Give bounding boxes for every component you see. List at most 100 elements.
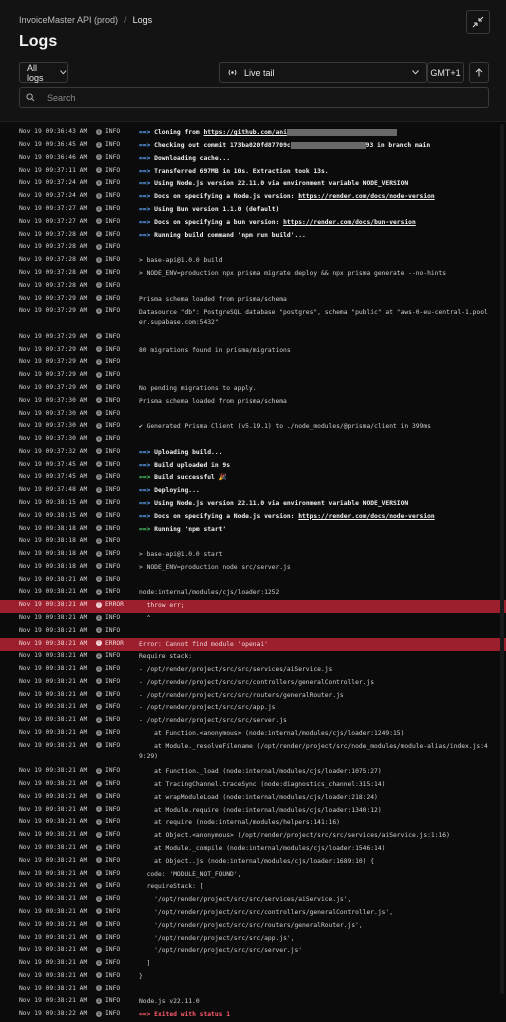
log-row[interactable]: Nov 19 09:38:18 AM i INFO: [0, 536, 506, 549]
log-row-error[interactable]: Nov 19 09:38:21 AM! ERROR throw err;: [0, 599, 506, 613]
log-row[interactable]: Nov 19 09:38:21 AM i INFO at wrapModuleLoa…: [0, 792, 506, 805]
log-row[interactable]: Nov 19 09:36:43 AM i INFO ==> Cloning from …: [0, 127, 506, 140]
status-arrow-icon: ==>: [139, 461, 155, 469]
log-row[interactable]: Nov 19 09:38:21 AM i INFO}: [0, 970, 506, 983]
log-row[interactable]: Nov 19 09:37:29 AM i INFO: [0, 357, 506, 370]
log-row[interactable]: Nov 19 09:38:21 AM i INFO at Module.requir…: [0, 804, 506, 817]
log-row[interactable]: Nov 19 09:37:24 AM i INFO ==> Using Node.js…: [0, 178, 506, 191]
breadcrumb-service-link[interactable]: InvoiceMaster API (prod): [19, 15, 118, 25]
log-row[interactable]: Nov 19 09:38:21 AM i INFO at TracingChanne…: [0, 779, 506, 792]
log-row[interactable]: Nov 19 09:38:21 AM i INFO '/opt/render/pro…: [0, 932, 506, 945]
log-link[interactable]: https://render.com/docs/bun-version: [283, 219, 416, 226]
log-row[interactable]: Nov 19 09:37:11 AM i INFO ==> Transferred 6…: [0, 165, 506, 178]
log-row[interactable]: Nov 19 09:37:30 AM i INFO: [0, 434, 506, 447]
info-icon: i: [96, 384, 102, 391]
log-row[interactable]: Nov 19 09:37:28 AM i INFO > base-api@1.0.0 …: [0, 255, 506, 268]
log-message: ]: [139, 959, 490, 969]
log-filter-dropdown[interactable]: All logs: [19, 62, 68, 83]
timezone-button[interactable]: GMT+1: [427, 62, 464, 83]
live-tail-dropdown[interactable]: Live tail: [219, 62, 427, 83]
collapse-button[interactable]: [466, 10, 490, 34]
log-row[interactable]: Nov 19 09:38:21 AM i INFO at Function.<ano…: [0, 728, 506, 741]
log-level-label: INFO: [105, 537, 121, 545]
log-row[interactable]: Nov 19 09:38:21 AM i INFO: [0, 625, 506, 638]
log-link[interactable]: https://github.com/ani: [203, 129, 286, 136]
log-row[interactable]: Nov 19 09:37:29 AM i INFO 80 migrations fou…: [0, 344, 506, 357]
log-row[interactable]: Nov 19 09:38:21 AM i INFO at Module._compi…: [0, 843, 506, 856]
log-row[interactable]: Nov 19 09:38:21 AM i INFO Node.js v22.11.0: [0, 996, 506, 1009]
log-row[interactable]: Nov 19 09:38:21 AM i INFO: [0, 574, 506, 587]
scroll-top-button[interactable]: [469, 62, 489, 83]
log-row[interactable]: Nov 19 09:37:29 AM i INFO Datasource "db": …: [0, 306, 506, 332]
log-row[interactable]: Nov 19 09:38:21 AM i INFO - /opt/render/pro…: [0, 702, 506, 715]
log-row[interactable]: Nov 19 09:38:18 AM i INFO > NODE_ENV=produc…: [0, 562, 506, 575]
log-row[interactable]: Nov 19 09:38:21 AM i INFO ]: [0, 958, 506, 971]
log-row[interactable]: Nov 19 09:38:15 AM i INFO ==> Using Node.js…: [0, 498, 506, 511]
log-level: i INFO: [96, 678, 120, 685]
log-message: at Module._resolveFilename (/opt/render/…: [139, 742, 490, 762]
log-message-text: - /opt/render/project/src/src/server.js: [139, 717, 287, 725]
log-row[interactable]: Nov 19 09:38:21 AM i INFO '/opt/render/pro…: [0, 894, 506, 907]
log-level: i INFO: [96, 205, 120, 212]
log-row[interactable]: Nov 19 09:36:46 AM i INFO ==> Downloading c…: [0, 153, 506, 166]
log-row[interactable]: Nov 19 09:38:21 AM i INFO Require stack:: [0, 651, 506, 664]
log-row[interactable]: Nov 19 09:37:28 AM i INFO ==> Running build…: [0, 229, 506, 242]
log-level-label: INFO: [105, 179, 121, 187]
log-message-text: Downloading cache...: [154, 154, 230, 162]
log-row[interactable]: Nov 19 09:37:28 AM i INFO: [0, 242, 506, 255]
log-row[interactable]: Nov 19 09:38:21 AM i INFO - /opt/render/pro…: [0, 689, 506, 702]
log-link[interactable]: https://render.com/docs/node-version: [298, 193, 434, 200]
info-icon: i: [96, 243, 102, 250]
log-message: ==> Uploading build...: [139, 448, 490, 458]
log-row[interactable]: Nov 19 09:38:21 AM i INFO - /opt/render/pro…: [0, 677, 506, 690]
log-row[interactable]: Nov 19 09:37:30 AM i INFO ✔ Generated Prism…: [0, 421, 506, 434]
log-row[interactable]: Nov 19 09:37:32 AM i INFO ==> Uploading bui…: [0, 447, 506, 460]
log-row[interactable]: Nov 19 09:38:21 AM i INFO node:internal/mod…: [0, 587, 506, 600]
log-row[interactable]: Nov 19 09:38:21 AM i INFO at Object.<anony…: [0, 830, 506, 843]
log-row[interactable]: Nov 19 09:37:29 AM i INFO No pending migrat…: [0, 383, 506, 396]
log-row[interactable]: Nov 19 09:38:21 AM i INFO requireStack: [: [0, 881, 506, 894]
log-row[interactable]: Nov 19 09:37:30 AM i INFO Prisma schema loa…: [0, 395, 506, 408]
log-row[interactable]: Nov 19 09:37:27 AM i INFO ==> Docs on speci…: [0, 216, 506, 229]
log-row[interactable]: Nov 19 09:37:29 AM i INFO Prisma schema loa…: [0, 293, 506, 306]
log-row[interactable]: Nov 19 09:37:28 AM i INFO > NODE_ENV=produc…: [0, 268, 506, 281]
log-row[interactable]: Nov 19 09:38:18 AM i INFO > base-api@1.0.0 …: [0, 549, 506, 562]
info-icon: i: [96, 780, 102, 787]
log-row[interactable]: Nov 19 09:38:21 AM i INFO '/opt/render/pro…: [0, 945, 506, 958]
log-row-error[interactable]: Nov 19 09:38:21 AM! ERROR Error: Cannot fi…: [0, 638, 506, 651]
log-row[interactable]: Nov 19 09:38:15 AM i INFO ==> Docs on speci…: [0, 510, 506, 523]
log-row[interactable]: Nov 19 09:38:21 AM i INFO at require (node…: [0, 817, 506, 830]
log-row[interactable]: Nov 19 09:37:27 AM i INFO ==> Using Bun ver…: [0, 204, 506, 217]
log-row[interactable]: Nov 19 09:38:21 AM i INFO: [0, 983, 506, 996]
log-row[interactable]: Nov 19 09:37:24 AM i INFO ==> Docs on speci…: [0, 191, 506, 204]
log-row[interactable]: Nov 19 09:38:21 AM i INFO - /opt/render/pro…: [0, 664, 506, 677]
log-link[interactable]: https://render.com/docs/node-version: [298, 513, 434, 520]
scrollbar[interactable]: [500, 124, 504, 994]
log-row[interactable]: Nov 19 09:38:21 AM i INFO '/opt/render/pro…: [0, 907, 506, 920]
log-row[interactable]: Nov 19 09:38:21 AM i INFO ^: [0, 613, 506, 626]
log-row[interactable]: Nov 19 09:38:21 AM i INFO '/opt/render/pro…: [0, 919, 506, 932]
log-row[interactable]: Nov 19 09:37:29 AM i INFO: [0, 331, 506, 344]
log-row[interactable]: Nov 19 09:38:21 AM i INFO at Object..js (n…: [0, 855, 506, 868]
log-row[interactable]: Nov 19 09:37:45 AM i INFO ==> Build success…: [0, 472, 506, 485]
log-row[interactable]: Nov 19 09:38:21 AM i INFO at Module._resol…: [0, 740, 506, 766]
log-row[interactable]: Nov 19 09:37:29 AM i INFO: [0, 370, 506, 383]
log-row[interactable]: Nov 19 09:38:21 AM i INFO code: 'MODULE_NO…: [0, 868, 506, 881]
log-row[interactable]: Nov 19 09:37:48 AM i INFO ==> Deploying...: [0, 485, 506, 498]
log-row[interactable]: Nov 19 09:38:18 AM i INFO ==> Running 'npm …: [0, 523, 506, 536]
log-row[interactable]: Nov 19 09:38:21 AM i INFO - /opt/render/pro…: [0, 715, 506, 728]
log-row[interactable]: Nov 19 09:38:21 AM i INFO at Function._loa…: [0, 766, 506, 779]
log-timestamp: Nov 19 09:38:21 AM: [19, 933, 88, 941]
search-field[interactable]: [19, 87, 489, 108]
log-row[interactable]: Nov 19 09:37:30 AM i INFO: [0, 408, 506, 421]
log-timestamp: Nov 19 09:38:21 AM: [19, 856, 88, 864]
search-input[interactable]: [45, 91, 429, 104]
log-row[interactable]: Nov 19 09:37:45 AM i INFO ==> Build uploade…: [0, 459, 506, 472]
log-row[interactable]: Nov 19 09:37:28 AM i INFO: [0, 280, 506, 293]
log-row[interactable]: Nov 19 09:36:45 AM i INFO ==> Checking out …: [0, 140, 506, 153]
live-tail-icon: [228, 69, 237, 76]
log-row[interactable]: Nov 19 09:38:22 AM i INFO ==> Exited with s…: [0, 1009, 506, 1022]
log-message-text: - /opt/render/project/src/src/services/a…: [139, 666, 333, 674]
log-timestamp: Nov 19 09:38:21 AM: [19, 907, 88, 915]
log-level: i INFO: [96, 742, 120, 749]
